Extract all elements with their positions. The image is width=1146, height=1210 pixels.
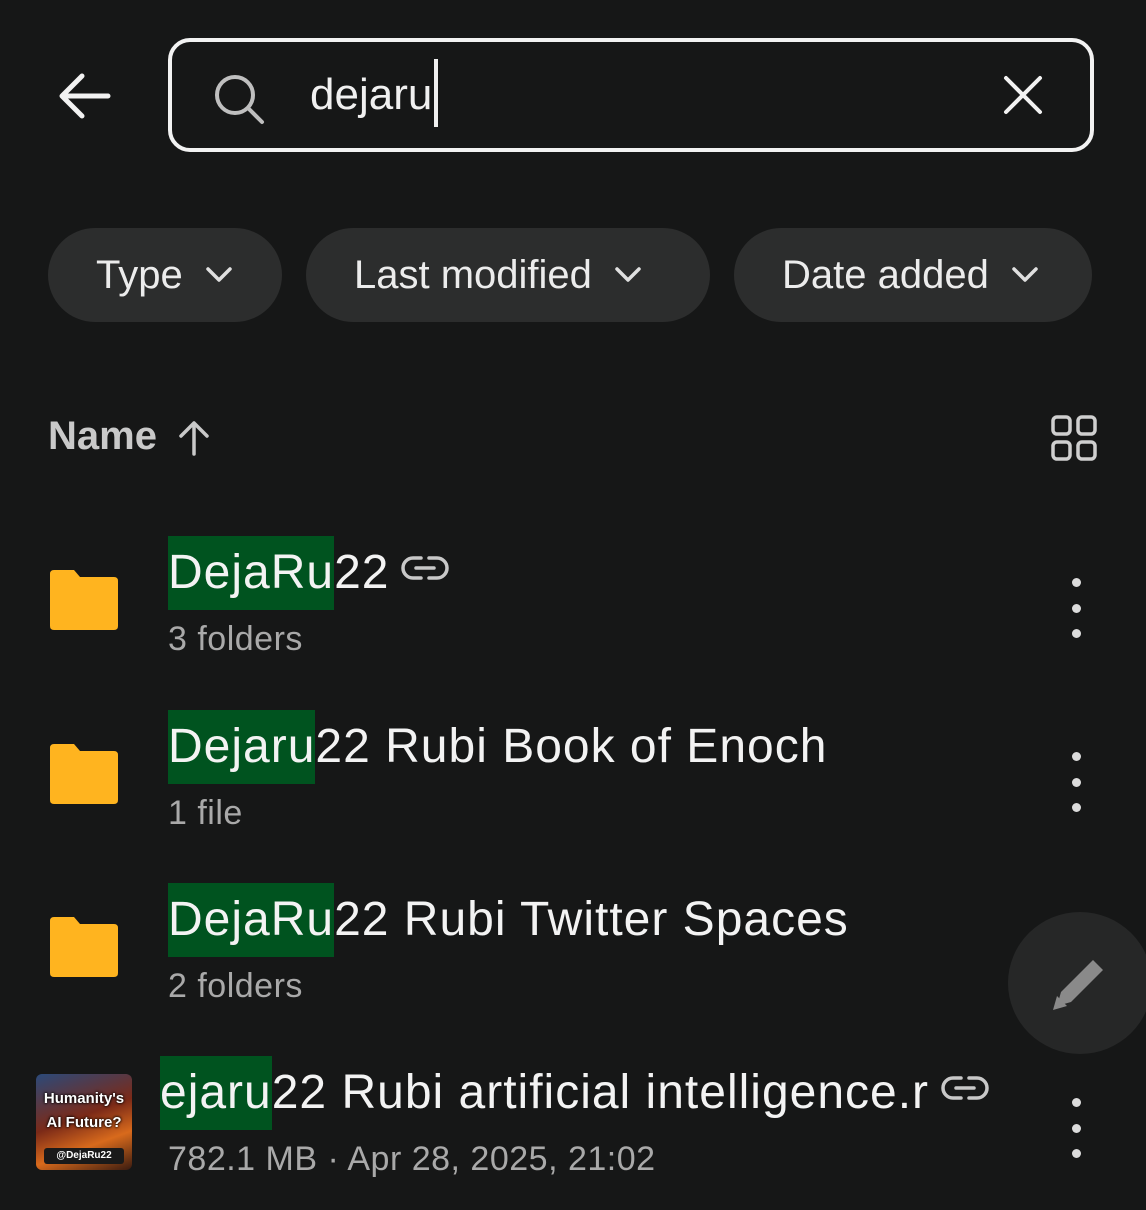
dot [1071, 1098, 1081, 1107]
more-options-button[interactable] [1058, 578, 1094, 638]
item-title-rest: 22 Rubi Twitter Spaces [334, 893, 849, 946]
thumbnail-caption: AI Future? [46, 1114, 122, 1131]
item-subtitle: 2 folders [168, 967, 303, 1005]
chevron-down-icon [615, 267, 641, 282]
arrow-up-icon[interactable] [176, 418, 212, 458]
video-thumbnail: Humanity's AI Future? @DejaRu22 [36, 1074, 132, 1170]
dot [1071, 629, 1081, 638]
close-icon [1004, 76, 1042, 114]
more-options-button[interactable] [1058, 752, 1094, 812]
match-highlight: DejaRu [168, 536, 335, 610]
more-options-button[interactable] [1058, 1098, 1094, 1158]
item-title-rest: 22 Rubi artificial intelligence.r [271, 1066, 930, 1119]
chevron-down-icon [1012, 267, 1038, 282]
link-icon [401, 556, 450, 581]
item-subtitle: 3 folders [168, 620, 303, 658]
item-title: DejaRu22 Rubi Twitter Spaces [168, 883, 849, 957]
dot [1071, 752, 1081, 761]
filter-chip-date-added[interactable]: Date added [734, 228, 1092, 322]
dot [1071, 803, 1081, 812]
search-input[interactable]: dejaru [310, 59, 950, 130]
item-title: DejaRu22 [168, 536, 450, 610]
item-subtitle: 782.1 MB · Apr 28, 2025, 21:02 [168, 1140, 656, 1178]
magnifier-icon [215, 75, 264, 124]
link-icon [941, 1076, 989, 1101]
filter-chip-type[interactable]: Type [48, 228, 282, 322]
dot [1071, 777, 1081, 787]
dot [1071, 1123, 1081, 1133]
item-title: Dejaru22 Rubi Book of Enoch [168, 710, 827, 784]
grid-view-icon[interactable] [1050, 414, 1098, 462]
sort-by-name-button[interactable]: Name [48, 410, 157, 462]
list-item[interactable]: DejaRu22 Rubi Twitter Spaces 2 folders [0, 867, 1146, 1037]
folder-icon [50, 744, 118, 804]
folder-icon [50, 917, 118, 977]
dot [1071, 578, 1081, 587]
arrow-left-icon [59, 73, 111, 119]
folder-icon [50, 570, 118, 630]
list-item[interactable]: Dejaru22 Rubi Book of Enoch 1 file [0, 694, 1146, 864]
dot [1071, 603, 1081, 613]
back-button[interactable] [48, 60, 120, 132]
filter-chip-label: Type [96, 252, 183, 297]
filter-chip-label: Date added [782, 252, 989, 297]
match-highlight: ejaru [160, 1056, 272, 1130]
item-subtitle: 1 file [168, 794, 243, 832]
clear-search-button[interactable] [1000, 72, 1046, 118]
pencil-icon [1053, 960, 1103, 1010]
item-title: ejaru22 Rubi artificial intelligence.r [160, 1056, 989, 1130]
filter-chip-label: Last modified [354, 252, 592, 297]
edit-fab-button[interactable] [1008, 912, 1146, 1054]
filter-chip-last-modified[interactable]: Last modified [306, 228, 710, 322]
thumbnail-handle: @DejaRu22 [44, 1148, 124, 1164]
list-item[interactable]: DejaRu22 3 folders [0, 520, 1146, 690]
list-item[interactable]: Humanity's AI Future? @DejaRu22 ejaru22 … [0, 1040, 1146, 1210]
match-highlight: DejaRu [168, 883, 335, 957]
item-title-rest: 22 [334, 546, 390, 599]
text-caret [434, 59, 439, 128]
item-title-rest: 22 Rubi Book of Enoch [315, 720, 828, 773]
match-highlight: Dejaru [168, 710, 316, 784]
search-query: dejaru [310, 70, 433, 119]
thumbnail-caption: Humanity's [43, 1090, 125, 1107]
search-bar[interactable]: dejaru [168, 38, 1094, 152]
chevron-down-icon [205, 267, 232, 282]
dot [1071, 1149, 1081, 1158]
